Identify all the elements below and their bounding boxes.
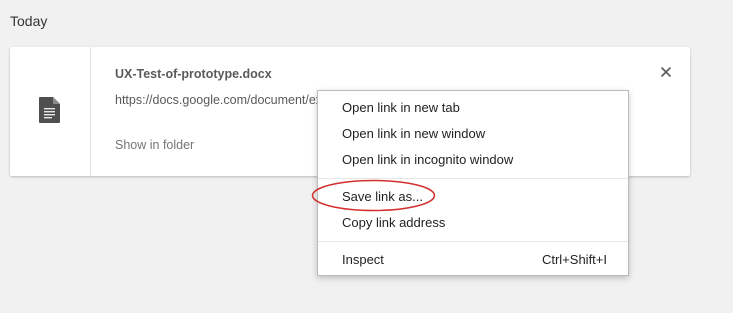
section-title: Today xyxy=(10,13,48,29)
document-icon xyxy=(39,97,60,123)
menu-item-label: Save link as... xyxy=(342,189,423,204)
menu-separator xyxy=(318,178,628,179)
menu-item-label: Copy link address xyxy=(342,215,446,230)
menu-item-open-new-window[interactable]: Open link in new window xyxy=(318,121,628,147)
file-icon-area xyxy=(10,47,91,176)
menu-item-shortcut: Ctrl+Shift+I xyxy=(541,252,607,267)
menu-separator xyxy=(318,241,628,242)
menu-item-label: Open link in new tab xyxy=(342,100,460,115)
menu-item-label: Open link in new window xyxy=(342,126,486,141)
context-menu: Open link in new tab Open link in new wi… xyxy=(317,90,629,276)
menu-item-label: Open link in incognito window xyxy=(342,152,514,167)
menu-item-inspect[interactable]: Inspect Ctrl+Shift+I xyxy=(318,247,628,273)
menu-item-open-new-tab[interactable]: Open link in new tab xyxy=(318,95,628,121)
menu-item-copy-link-address[interactable]: Copy link address xyxy=(318,210,628,236)
menu-item-open-incognito[interactable]: Open link in incognito window xyxy=(318,147,628,173)
file-url-link[interactable]: https://docs.google.com/document/export?… xyxy=(115,93,320,107)
close-icon[interactable] xyxy=(658,64,674,80)
menu-item-label: Inspect xyxy=(342,252,384,267)
menu-item-save-link-as[interactable]: Save link as... xyxy=(318,184,628,210)
file-name-link[interactable]: UX-Test-of-prototype.docx xyxy=(115,67,272,81)
show-in-folder-link[interactable]: Show in folder xyxy=(115,138,194,152)
